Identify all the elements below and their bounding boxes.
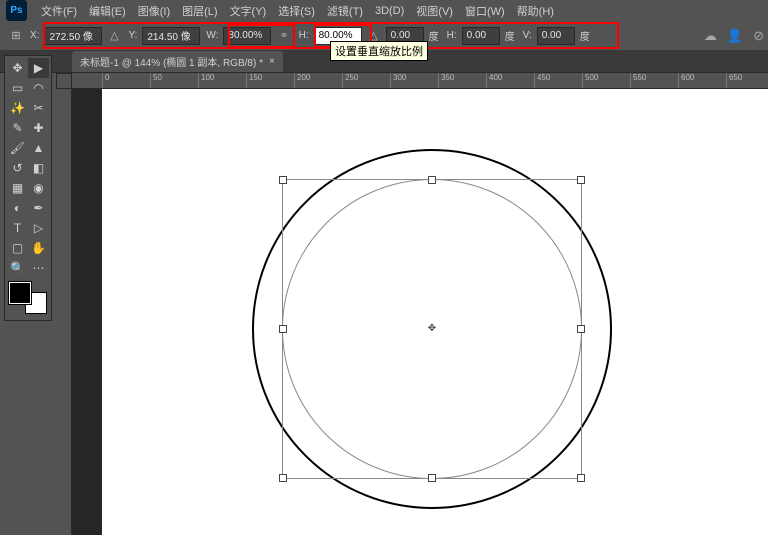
menu-image[interactable]: 图像(I) [132,0,176,22]
user-icon[interactable]: 👤 [727,28,743,44]
reference-point-icon[interactable]: ⊞ [8,28,24,44]
ruler-tick: 650 [726,73,742,89]
transform-handle[interactable] [577,325,585,333]
foreground-color[interactable] [9,282,31,304]
w-label: W: [204,30,220,41]
h-label: H: [297,30,311,41]
path-select-tool[interactable]: ▶ [28,58,49,78]
ruler-tick: 150 [246,73,262,89]
ruler-tick: 250 [342,73,358,89]
ruler-tick: 200 [294,73,310,89]
menu-select[interactable]: 选择(S) [272,0,321,22]
ruler-tick: 50 [150,73,162,89]
tooltip: 设置垂直缩放比例 [330,41,428,61]
width-input[interactable] [223,27,271,45]
ruler-tick: 450 [534,73,550,89]
ruler-tick: 300 [390,73,406,89]
document-tab[interactable]: 未标题-1 @ 144% (椭圆 1 副本, RGB/8) * × [72,51,283,72]
canvas[interactable]: ✥ [102,89,768,535]
work-area[interactable]: ✥ [72,89,768,535]
history-brush-tool[interactable]: ↺ [7,158,28,178]
ruler-tick: 600 [678,73,694,89]
shape-tool[interactable]: ▢ [7,238,28,258]
marquee-tool[interactable]: ▭ [7,78,28,98]
hskew-input[interactable] [462,27,500,45]
cancel-icon[interactable]: ⊘ [753,28,764,44]
ruler-origin[interactable] [56,73,72,89]
zoom-tool[interactable]: 🔍 [7,258,28,278]
close-icon[interactable]: × [269,56,275,67]
ruler-horizontal[interactable]: 0 50 100 150 200 250 300 350 400 450 500… [72,73,768,89]
pen-tool[interactable]: ✒ [28,198,49,218]
menu-3d[interactable]: 3D(D) [369,2,410,20]
menu-filter[interactable]: 滤镜(T) [321,0,369,22]
menu-help[interactable]: 帮助(H) [511,0,560,22]
blur-tool[interactable]: ◉ [28,178,49,198]
lasso-tool[interactable]: ◠ [28,78,49,98]
ruler-tick: 100 [198,73,214,89]
ruler-tick: 0 [102,73,109,89]
heal-tool[interactable]: ✚ [28,118,49,138]
app-logo: Ps [6,0,27,21]
menu-layer[interactable]: 图层(L) [176,0,223,22]
direct-select-tool[interactable]: ▷ [28,218,49,238]
transform-handle[interactable] [279,325,287,333]
brush-tool[interactable]: 🖌 [7,138,28,158]
transform-handle[interactable] [279,474,287,482]
menu-edit[interactable]: 编辑(E) [83,0,132,22]
edit-toolbar[interactable]: ⋯ [28,258,49,278]
header-right-icons: ☁ 👤 ⊘ [704,24,764,48]
hskew-label: H: [445,30,459,41]
menu-bar: Ps 文件(F) 编辑(E) 图像(I) 图层(L) 文字(Y) 选择(S) 滤… [0,0,768,21]
cloud-icon[interactable]: ☁ [704,28,717,44]
type-tool[interactable]: T [7,218,28,238]
ruler-tick: 400 [486,73,502,89]
transform-handle[interactable] [577,474,585,482]
ruler-tick: 550 [630,73,646,89]
ruler-tick: 500 [582,73,598,89]
toolbox: ✥▶ ▭◠ ✨✂ ✎✚ 🖌▲ ↺◧ ▦◉ ◐✒ T▷ ▢✋ 🔍⋯ [4,55,52,321]
vskew-unit: 度 [578,28,592,43]
vskew-label: V: [521,30,534,41]
move-tool[interactable]: ✥ [7,58,28,78]
menu-view[interactable]: 视图(V) [410,0,459,22]
transform-bounding-box[interactable]: ✥ [282,179,582,479]
link-icon[interactable]: ⚭ [275,29,292,42]
y-input[interactable] [142,27,200,45]
ruler-vertical[interactable] [56,89,72,535]
wand-tool[interactable]: ✨ [7,98,28,118]
transform-center-icon[interactable]: ✥ [427,324,437,334]
eraser-tool[interactable]: ◧ [28,158,49,178]
transform-handle[interactable] [428,176,436,184]
triangle-icon: △ [106,28,122,44]
gradient-tool[interactable]: ▦ [7,178,28,198]
crop-tool[interactable]: ✂ [28,98,49,118]
x-input[interactable] [44,27,102,45]
eyedropper-tool[interactable]: ✎ [7,118,28,138]
hand-tool[interactable]: ✋ [28,238,49,258]
angle-unit: 度 [427,28,441,43]
document-tab-title: 未标题-1 @ 144% (椭圆 1 副本, RGB/8) * [80,54,263,69]
ruler-tick: 350 [438,73,454,89]
transform-handle[interactable] [428,474,436,482]
dodge-tool[interactable]: ◐ [7,198,28,218]
vskew-input[interactable] [537,27,575,45]
y-label: Y: [126,30,139,41]
color-swatches[interactable] [9,282,49,314]
x-label: X: [28,30,41,41]
menu-window[interactable]: 窗口(W) [459,0,511,22]
stamp-tool[interactable]: ▲ [28,138,49,158]
hskew-unit: 度 [503,28,517,43]
transform-handle[interactable] [577,176,585,184]
menu-type[interactable]: 文字(Y) [224,0,273,22]
transform-handle[interactable] [279,176,287,184]
menu-file[interactable]: 文件(F) [35,0,83,22]
